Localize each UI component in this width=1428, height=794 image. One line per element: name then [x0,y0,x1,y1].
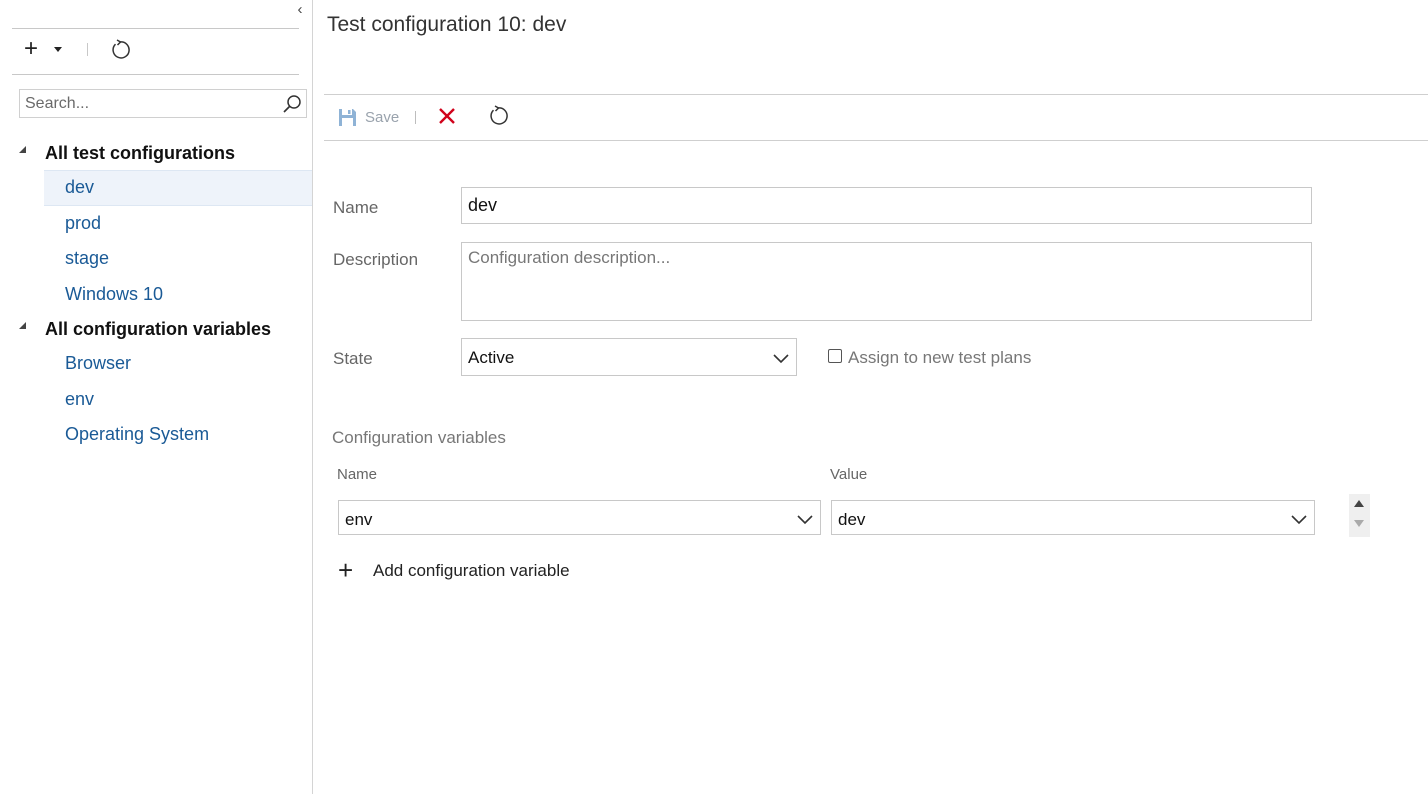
add-icon[interactable]: + [24,37,38,61]
variable-value-header: Value [830,466,868,483]
checkbox-label: Assign to new test plans [848,348,1032,367]
move-up-icon[interactable] [1354,500,1364,507]
tree-item-operating-system[interactable]: Operating System [0,417,312,453]
toolbar-separator [415,111,416,124]
description-label: Description [333,250,419,269]
refresh-icon[interactable] [486,105,508,127]
divider [12,74,299,75]
state-label: State [333,349,373,368]
expand-triangle-icon[interactable] [19,322,26,329]
search-icon[interactable] [282,94,302,114]
tree-group-configuration-variables[interactable]: All configuration variables [0,312,312,346]
variable-name-dropdown[interactable]: env [338,500,821,535]
page-title: Test configuration 10: dev [327,13,567,36]
configuration-variables-heading: Configuration variables [332,428,506,447]
chevron-down-icon [773,354,789,364]
tree-group-label: All test configurations [45,143,236,163]
description-field[interactable] [461,242,1312,321]
variable-value-value: dev [838,510,866,529]
add-variable-label: Add configuration variable [373,561,570,580]
tree-item-browser[interactable]: Browser [0,346,312,382]
chevron-down-icon [797,515,813,525]
state-value: Active [468,348,515,367]
reorder-control [1349,494,1370,537]
tree-item-dev[interactable]: dev [44,170,312,206]
plus-icon: + [338,555,354,585]
tree-item-label: dev [65,177,95,197]
state-dropdown[interactable]: Active [461,338,797,376]
search-input[interactable] [25,93,275,115]
tree-item-label: prod [65,212,102,233]
divider [324,140,1428,141]
save-label: Save [365,109,400,126]
tree-item-label: stage [65,248,110,268]
tree-item-label: Operating System [65,424,210,444]
variable-name-header: Name [337,466,378,483]
tree-item-prod[interactable]: prod [0,206,312,242]
tree-group-test-configurations[interactable]: All test configurations [0,136,312,170]
tree-item-label: Browser [65,353,132,373]
chevron-down-icon[interactable] [54,47,62,52]
tree-item-stage[interactable]: stage [0,241,312,277]
save-icon [339,109,356,126]
tree-item-env[interactable]: env [0,382,312,418]
move-down-icon[interactable] [1354,520,1364,527]
expand-triangle-icon[interactable] [19,146,26,153]
sidebar: ‹ + All test configurations dev prod sta… [0,0,313,794]
variable-value-dropdown[interactable]: dev [831,500,1315,535]
sidebar-toolbar: + [12,29,299,73]
collapse-sidebar-icon[interactable]: ‹ [292,2,308,18]
tree-item-windows-10[interactable]: Windows 10 [0,277,312,313]
toolbar-separator [87,43,88,56]
name-label: Name [333,198,379,217]
divider [324,94,1428,95]
tree-item-label: env [65,388,95,409]
tree-group-label: All configuration variables [45,319,272,339]
tree-item-label: Windows 10 [65,283,164,304]
name-field[interactable] [461,187,1312,224]
search-box [19,89,307,118]
configuration-tree: All test configurations dev prod stage W… [0,136,312,453]
variable-name-value: env [345,510,373,529]
refresh-icon[interactable] [108,39,130,61]
main-toolbar: Save [324,96,1428,140]
chevron-down-icon [1291,515,1307,525]
checkbox[interactable] [828,349,842,363]
close-icon[interactable] [438,107,456,125]
main-panel: Test configuration 10: dev Save Name Des… [314,0,1428,794]
